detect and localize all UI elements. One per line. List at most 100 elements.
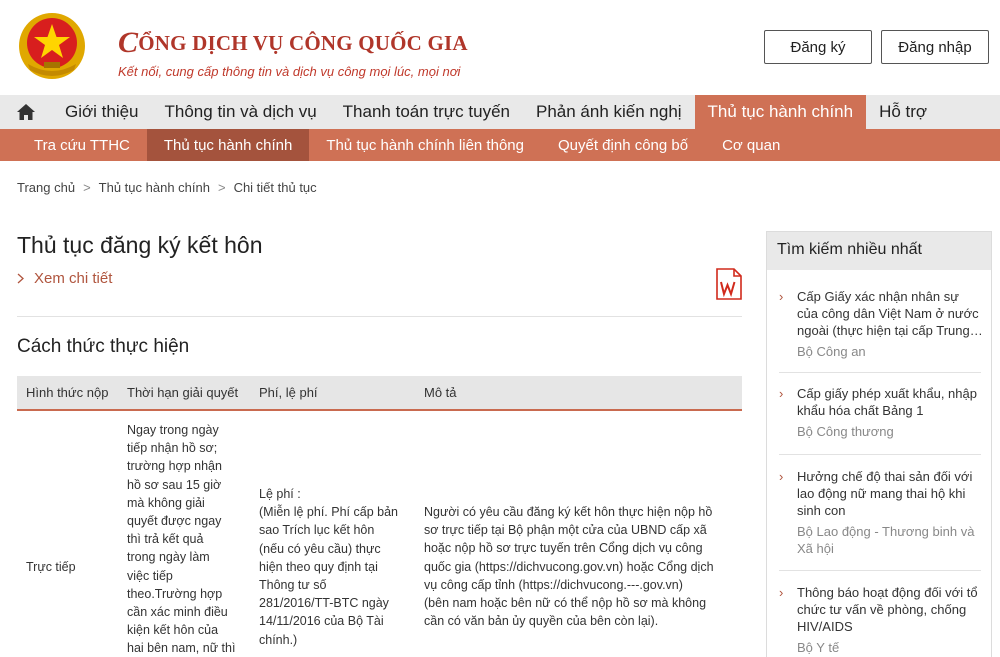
deadline-line: mà không giải <box>127 495 205 510</box>
home-icon <box>17 104 35 120</box>
sidebar-divider <box>779 372 981 373</box>
most-searched-item-agency: Bộ Y tế <box>779 639 984 656</box>
deadline-line: quyết được ngay <box>127 514 222 529</box>
nav-item-info-services[interactable]: Thông tin và dịch vụ <box>152 95 330 129</box>
chevron-right-icon: › <box>779 386 784 401</box>
table-header-fee: Phí, lệ phí <box>259 385 318 400</box>
chevron-right-icon: › <box>779 585 784 600</box>
nav-item-online-payment[interactable]: Thanh toán trực tuyến <box>330 95 523 129</box>
item-title-line: ngoài (thực hiện tại cấp Trung… <box>797 323 983 338</box>
subnav-item-linked-procedures[interactable]: Thủ tục hành chính liên thông <box>309 129 541 161</box>
breadcrumb: Trang chủ > Thủ tục hành chính > Chi tiế… <box>17 180 317 195</box>
deadline-line: trường hợp nhận <box>127 459 222 474</box>
nav-item-introduction[interactable]: Giới thiệu <box>52 95 152 129</box>
most-searched-title: Tìm kiếm nhiều nhất <box>767 232 991 270</box>
deadline-line: Ngay trong ngày <box>127 423 219 437</box>
most-searched-item-title[interactable]: › Cấp giấy phép xuất khẩu, nhập khẩu hóa… <box>779 385 984 419</box>
fee-line: (nếu có yêu cầu) thực <box>259 541 381 556</box>
most-searched-item[interactable]: › Hưởng chế độ thai sản đối với lao động… <box>779 468 984 557</box>
most-searched-item-agency: Bộ Lao động - Thương binh và Xã hội <box>779 523 984 557</box>
agency-line: Bộ Y tế <box>797 640 840 655</box>
cell-deadline: Ngay trong ngày tiếp nhận hồ sơ; trường … <box>127 421 245 657</box>
agency-line: Xã hội <box>797 541 834 556</box>
table-header-method: Hình thức nộp <box>26 385 109 400</box>
description-line: quốc gia (https://dichvucong.gov.vn) hoặ… <box>424 559 714 574</box>
table-header-deadline: Thời hạn giải quyết <box>127 385 239 400</box>
register-button[interactable]: Đăng ký <box>764 30 872 64</box>
subnav-item-lookup[interactable]: Tra cứu TTHC <box>17 129 147 161</box>
breadcrumb-procedures[interactable]: Thủ tục hành chính <box>99 180 210 195</box>
deadline-line: theo.Trường hợp <box>127 586 223 601</box>
item-title-line: Cấp giấy phép xuất khẩu, nhập <box>797 386 977 401</box>
table-header-description: Mô tả <box>424 385 457 400</box>
login-button[interactable]: Đăng nhập <box>881 30 989 64</box>
description-line: (bên nam hoặc bên nữ có thể nộp hồ sơ mà… <box>424 596 707 611</box>
breadcrumb-separator: > <box>83 180 91 195</box>
site-header: CỔNG DỊCH VỤ CÔNG QUỐC GIA Kết nối, cung… <box>0 0 1000 95</box>
description-line: cần có văn bản ủy quyền của bên còn lại)… <box>424 614 659 629</box>
deadline-line: tiếp nhận hồ sơ; <box>127 441 218 456</box>
item-title-line: HIV/AIDS <box>797 619 853 634</box>
item-title-line: lao động nữ mang thai hộ khi <box>797 486 966 501</box>
agency-line: Bộ Công thương <box>797 424 894 439</box>
subnav-item-procedures[interactable]: Thủ tục hành chính <box>146 129 310 161</box>
item-title-line: Hưởng chế độ thai sản đối với <box>797 469 973 484</box>
description-line: vụ công cấp tỉnh (https://dichvucong.---… <box>424 577 683 592</box>
most-searched-item-agency: Bộ Công an <box>779 343 984 360</box>
portal-title-rest: ỔNG DỊCH VỤ CÔNG QUỐC GIA <box>138 31 468 55</box>
item-title-line: chức tư vấn về phòng, chống <box>797 602 967 617</box>
subnav-item-agencies[interactable]: Cơ quan <box>705 129 797 161</box>
nav-item-feedback[interactable]: Phản ánh kiến nghị <box>523 95 695 129</box>
cell-fee: Lệ phí : (Miễn lệ phí. Phí cấp bản sao T… <box>259 485 409 649</box>
item-title-line: của công dân Việt Nam ở nước <box>797 306 979 321</box>
most-searched-item-title[interactable]: › Hưởng chế độ thai sản đối với lao động… <box>779 468 984 519</box>
item-title-line: Cấp Giấy xác nhận nhân sự <box>797 289 959 304</box>
fee-line: Lệ phí : <box>259 487 301 501</box>
agency-line: Bộ Lao động - Thương binh và <box>797 524 975 539</box>
main-nav: Giới thiệu Thông tin và dịch vụ Thanh to… <box>0 95 1000 129</box>
most-searched-item-title[interactable]: › Cấp Giấy xác nhận nhân sự của công dân… <box>779 288 984 339</box>
cell-method: Trực tiếp <box>26 560 76 574</box>
breadcrumb-home[interactable]: Trang chủ <box>17 180 75 195</box>
breadcrumb-current: Chi tiết thủ tục <box>233 180 317 195</box>
most-searched-item[interactable]: › Cấp Giấy xác nhận nhân sự của công dân… <box>779 288 984 360</box>
item-title-line: Thông báo hoạt động đối với tổ <box>797 585 978 600</box>
nav-item-admin-procedures[interactable]: Thủ tục hành chính <box>694 95 867 129</box>
deadline-line: hồ sơ sau 15 giờ <box>127 477 222 492</box>
most-searched-item-title[interactable]: › Thông báo hoạt động đối với tổ chức tư… <box>779 584 984 635</box>
portal-tagline: Kết nối, cung cấp thông tin và dịch vụ c… <box>118 64 461 79</box>
item-title-line: khẩu hóa chất Bảng 1 <box>797 403 924 418</box>
fee-line: (Miễn lệ phí. Phí cấp bản <box>259 505 398 520</box>
sidebar-divider <box>779 454 981 455</box>
fee-line: chính.) <box>259 632 298 647</box>
deadline-line: thì trả kết quả <box>127 532 204 547</box>
deadline-line: việc tiếp <box>127 568 173 583</box>
home-button[interactable] <box>0 95 52 129</box>
description-line: sơ trực tiếp tại Bộ phận một cửa của UBN… <box>424 523 707 538</box>
portal-title[interactable]: CỔNG DỊCH VỤ CÔNG QUỐC GIA <box>118 24 468 59</box>
item-title-line: sinh con <box>797 503 846 518</box>
view-detail-label: Xem chi tiết <box>34 270 113 287</box>
most-searched-item[interactable]: › Cấp giấy phép xuất khẩu, nhập khẩu hóa… <box>779 385 984 440</box>
portal-title-initial: C <box>118 26 139 59</box>
most-searched-item[interactable]: › Thông báo hoạt động đối với tổ chức tư… <box>779 584 984 656</box>
section-title-methods: Cách thức thực hiện <box>17 336 190 357</box>
sub-nav: Tra cứu TTHC Thủ tục hành chính Thủ tục … <box>0 129 1000 161</box>
sidebar-divider <box>779 570 981 571</box>
fee-line: 281/2016/TT-BTC ngày <box>259 596 389 611</box>
word-document-icon[interactable] <box>715 268 743 300</box>
cell-description: Người có yêu cầu đăng ký kết hôn thực hi… <box>424 503 742 630</box>
deadline-line: kiện kết hôn của <box>127 623 219 638</box>
national-emblem-icon[interactable] <box>18 12 86 80</box>
section-divider <box>17 316 742 317</box>
fee-line: sao Trích lục kết hôn <box>259 523 375 538</box>
chevron-right-icon: › <box>779 469 784 484</box>
deadline-line: hai bên nam, nữ thì <box>127 641 236 656</box>
description-line: Người có yêu cầu đăng ký kết hôn thực hi… <box>424 505 713 519</box>
most-searched-item-agency: Bộ Công thương <box>779 423 984 440</box>
subnav-item-decisions[interactable]: Quyết định công bố <box>541 129 705 161</box>
view-detail-link[interactable]: Xem chi tiết <box>17 270 112 287</box>
chevron-right-icon <box>17 273 24 284</box>
nav-item-support[interactable]: Hỗ trợ <box>866 95 940 129</box>
page-title: Thủ tục đăng ký kết hôn <box>17 232 263 258</box>
